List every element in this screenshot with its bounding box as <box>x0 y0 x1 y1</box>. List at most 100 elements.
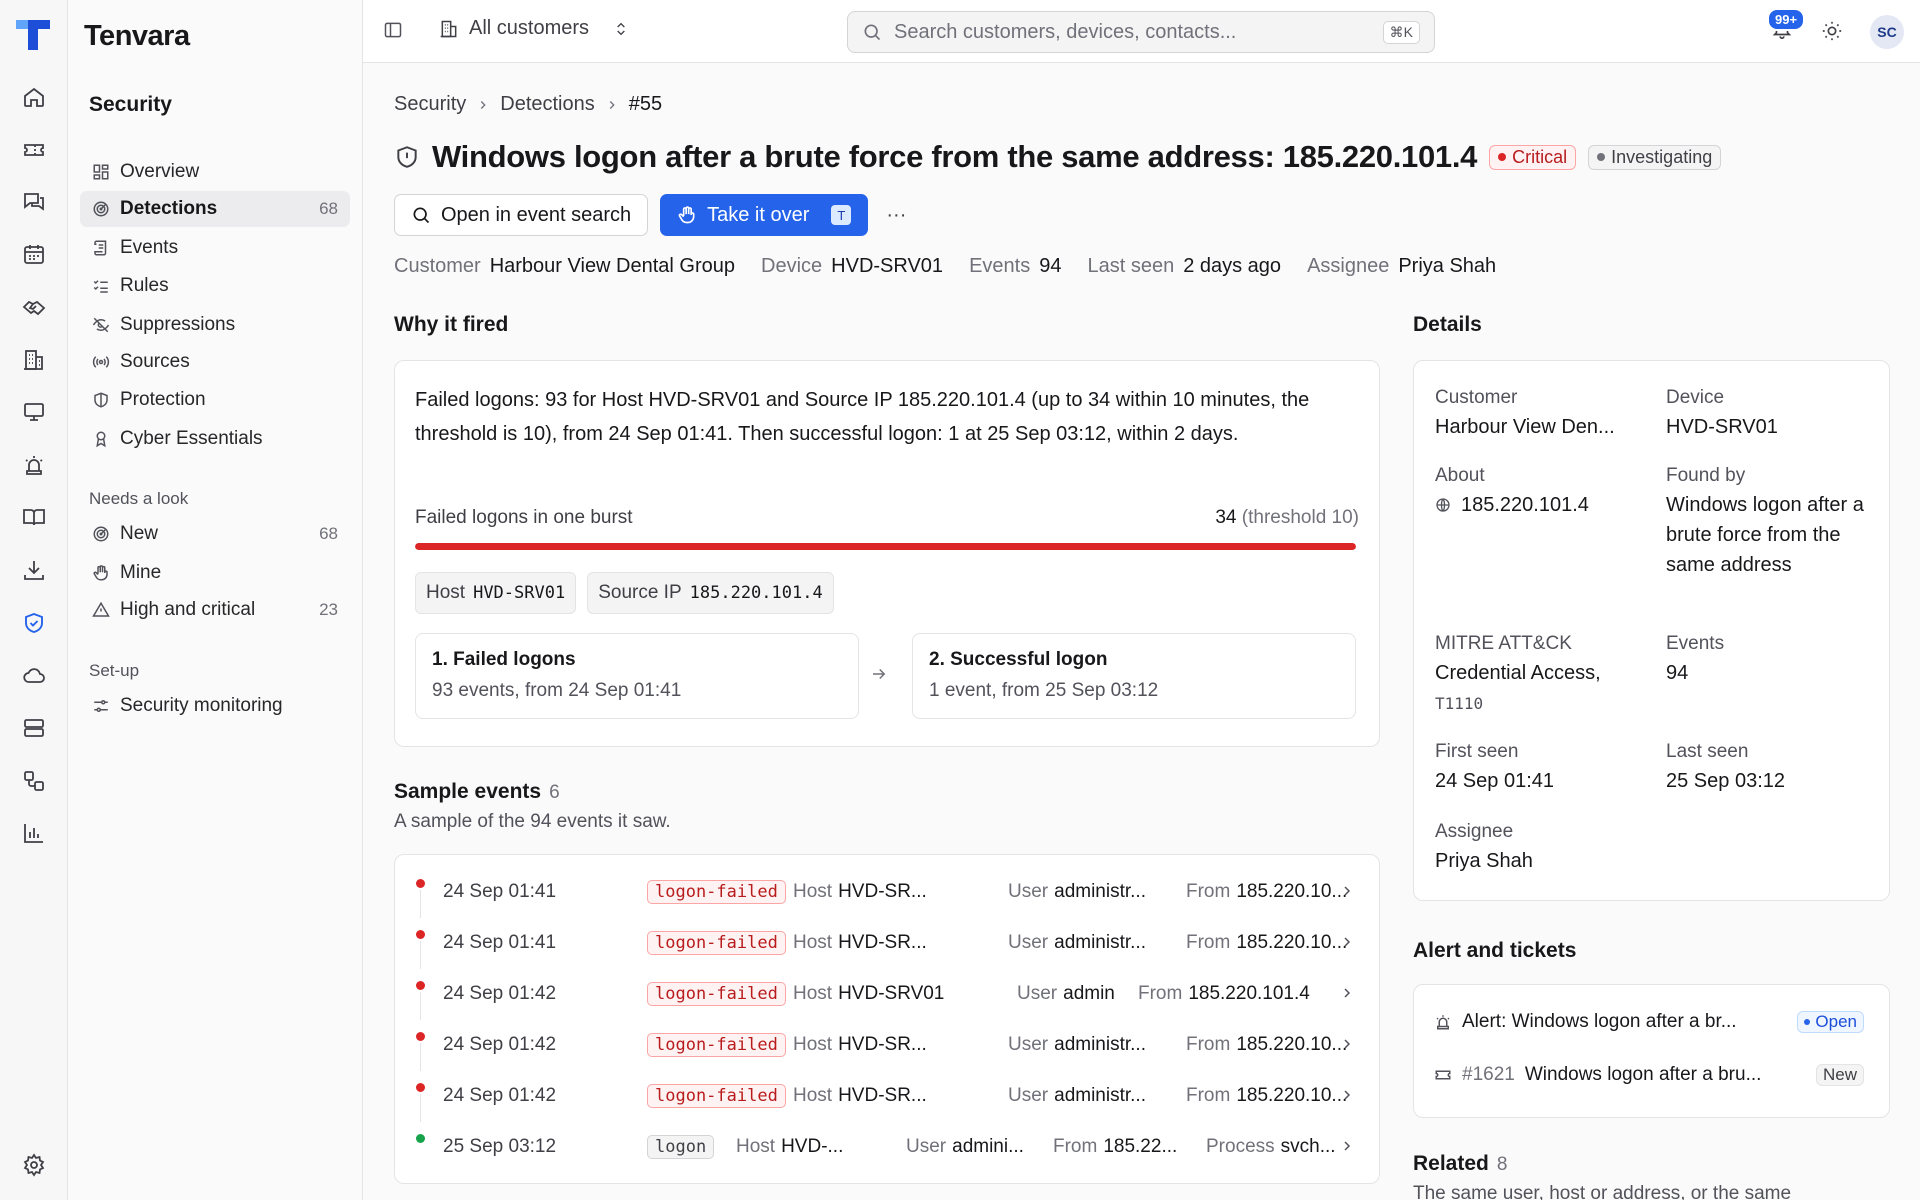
event-row[interactable]: 24 Sep 01:42 logon-failed Host HVD-SRV01 Use… <box>395 969 1377 1020</box>
detail-last-seen-value: 25 Sep 03:12 <box>1666 770 1785 792</box>
sidebar-item-detections[interactable]: Detections 68 <box>80 191 350 227</box>
meta-events: Events 94 <box>969 255 1062 277</box>
sidebar-item-label: Mine <box>120 562 162 583</box>
chevron-right-icon[interactable] <box>1339 934 1355 950</box>
sidebar-group-needs-look: Needs a look <box>89 489 189 508</box>
event-host: Host HVD-SR... <box>793 1085 927 1106</box>
burst-value: 34 (threshold 10) <box>1215 507 1359 528</box>
sidebar-item-mine[interactable]: Mine <box>80 555 350 591</box>
detail-found-value[interactable]: Windows logon after a brute force from t… <box>1666 490 1871 580</box>
event-row[interactable]: 24 Sep 01:41 logon-failed Host HVD-SR... Use… <box>395 918 1377 969</box>
status-label: Investigating <box>1611 146 1713 167</box>
event-type-tag: logon-failed <box>647 880 786 904</box>
event-from: From 185.220.10... <box>1186 881 1348 902</box>
workflow-icon[interactable] <box>20 767 48 795</box>
book-icon[interactable] <box>20 503 48 531</box>
sidebar-item-label: Cyber Essentials <box>120 428 263 449</box>
detail-events-label: Events <box>1666 633 1725 654</box>
event-time: 24 Sep 01:42 <box>443 1085 557 1106</box>
chart-icon[interactable] <box>20 819 48 847</box>
avatar[interactable]: SC <box>1870 15 1904 49</box>
source-ip-chip[interactable]: Source IP 185.220.101.4 <box>587 572 834 614</box>
host-chip[interactable]: Host HVD-SRV01 <box>415 572 577 614</box>
detail-device-value[interactable]: HVD-SRV01 <box>1666 412 1778 442</box>
chevron-right-icon[interactable] <box>1339 985 1355 1001</box>
ticket-icon[interactable] <box>20 136 48 164</box>
event-time: 25 Sep 03:12 <box>443 1136 557 1157</box>
sidebar-item-sources[interactable]: Sources <box>80 344 350 380</box>
server-icon[interactable] <box>20 714 48 742</box>
alert-row[interactable]: Alert: Windows logon after a br... Open <box>1434 1011 1864 1033</box>
open-in-event-search-button[interactable]: Open in event search <box>394 194 649 236</box>
notification-badge: 99+ <box>1767 8 1806 31</box>
event-type-tag: logon-failed <box>647 931 786 955</box>
sidebar-item-rules[interactable]: Rules <box>80 268 350 304</box>
detail-assignee-value[interactable]: Priya Shah <box>1435 846 1533 876</box>
event-time: 24 Sep 01:41 <box>443 881 557 902</box>
shortcut-key: T <box>831 205 852 225</box>
chevron-right-icon[interactable] <box>1339 1036 1355 1052</box>
page-title: Windows logon after a brute force from t… <box>432 139 1478 174</box>
sun-icon[interactable] <box>1821 20 1843 42</box>
chevron-right-icon[interactable] <box>1339 883 1355 899</box>
download-icon[interactable] <box>20 556 48 584</box>
customer-scope-label: All customers <box>469 17 590 39</box>
sidebar-item-protection[interactable]: Protection <box>80 382 350 418</box>
sample-events-heading: Sample events 6 <box>394 780 560 803</box>
event-row[interactable]: 24 Sep 01:42 logon-failed Host HVD-SR... Use… <box>395 1071 1377 1122</box>
search-icon <box>862 22 882 42</box>
detail-customer-value[interactable]: Harbour View Den... <box>1435 412 1635 442</box>
event-row[interactable]: 24 Sep 01:42 logon-failed Host HVD-SR... Use… <box>395 1020 1377 1071</box>
detail-last-seen-label: Last seen <box>1666 741 1749 762</box>
alerts-heading: Alert and tickets <box>1413 939 1577 962</box>
layout-grid-icon <box>92 163 110 181</box>
sidebar-item-label: Rules <box>120 275 169 296</box>
breadcrumb-detections[interactable]: Detections <box>500 93 595 116</box>
detail-first-seen-value: 24 Sep 01:41 <box>1435 770 1554 792</box>
handshake-icon[interactable] <box>20 293 48 321</box>
sidebar-item-label: Sources <box>120 351 190 372</box>
status-badge[interactable]: Investigating <box>1588 144 1722 170</box>
home-icon[interactable] <box>20 83 48 111</box>
breadcrumb-security[interactable]: Security <box>394 93 466 116</box>
event-host: Host HVD-SR... <box>793 932 927 953</box>
sidebar-item-new[interactable]: New 68 <box>80 516 350 552</box>
why-explanation: Failed logons: 93 for Host HVD-SRV01 and… <box>415 389 1310 445</box>
settings-icon[interactable] <box>20 1151 48 1179</box>
chevrons-up-down-icon <box>613 21 629 37</box>
meta-last-seen: Last seen 2 days ago <box>1087 255 1282 277</box>
sidebar-item-suppressions[interactable]: Suppressions <box>80 307 350 343</box>
shield-icon[interactable] <box>20 609 48 637</box>
global-search-input[interactable]: Search customers, devices, contacts... ⌘… <box>847 11 1435 53</box>
siren-icon[interactable] <box>20 451 48 479</box>
sidebar-item-events[interactable]: Events <box>80 230 350 266</box>
event-user: User administr... <box>1008 1085 1146 1106</box>
sidebar-item-overview[interactable]: Overview <box>80 154 350 190</box>
timeline-line <box>420 1043 421 1071</box>
sidebar-section-title: Security <box>89 93 172 116</box>
sidebar-item-high-critical[interactable]: High and critical 23 <box>80 592 350 628</box>
calendar-icon[interactable] <box>20 240 48 268</box>
monitor-icon[interactable] <box>20 398 48 426</box>
cloud-icon[interactable] <box>20 661 48 689</box>
sidebar-toggle-icon[interactable] <box>383 20 403 40</box>
ticket-row[interactable]: #1621 Windows logon after a bru... New <box>1434 1064 1864 1086</box>
event-row[interactable]: 24 Sep 01:41 logon-failed Host HVD-SR... Use… <box>395 867 1377 918</box>
sidebar-item-cyber-essentials[interactable]: Cyber Essentials <box>80 421 350 457</box>
building-icon[interactable] <box>20 346 48 374</box>
chevron-right-icon[interactable] <box>1339 1138 1355 1154</box>
take-it-over-button[interactable]: Take it over T <box>660 194 869 236</box>
search-shortcut: ⌘K <box>1382 20 1420 44</box>
event-type-tag: logon <box>647 1135 715 1159</box>
more-actions-button[interactable]: ··· <box>880 194 912 236</box>
messages-icon[interactable] <box>20 188 48 216</box>
status-dot <box>416 1134 425 1143</box>
customer-scope-select[interactable]: All customers <box>439 17 629 40</box>
detail-customer-label: Customer <box>1435 387 1518 408</box>
chevron-right-icon[interactable] <box>1339 1087 1355 1103</box>
timeline-line <box>420 992 421 1020</box>
award-icon <box>92 430 110 448</box>
sidebar-item-security-monitoring[interactable]: Security monitoring <box>80 688 350 724</box>
tenvara-logo-icon[interactable] <box>14 18 52 52</box>
event-row[interactable]: 25 Sep 03:12 logon Host HVD-... User admini..… <box>395 1122 1377 1173</box>
